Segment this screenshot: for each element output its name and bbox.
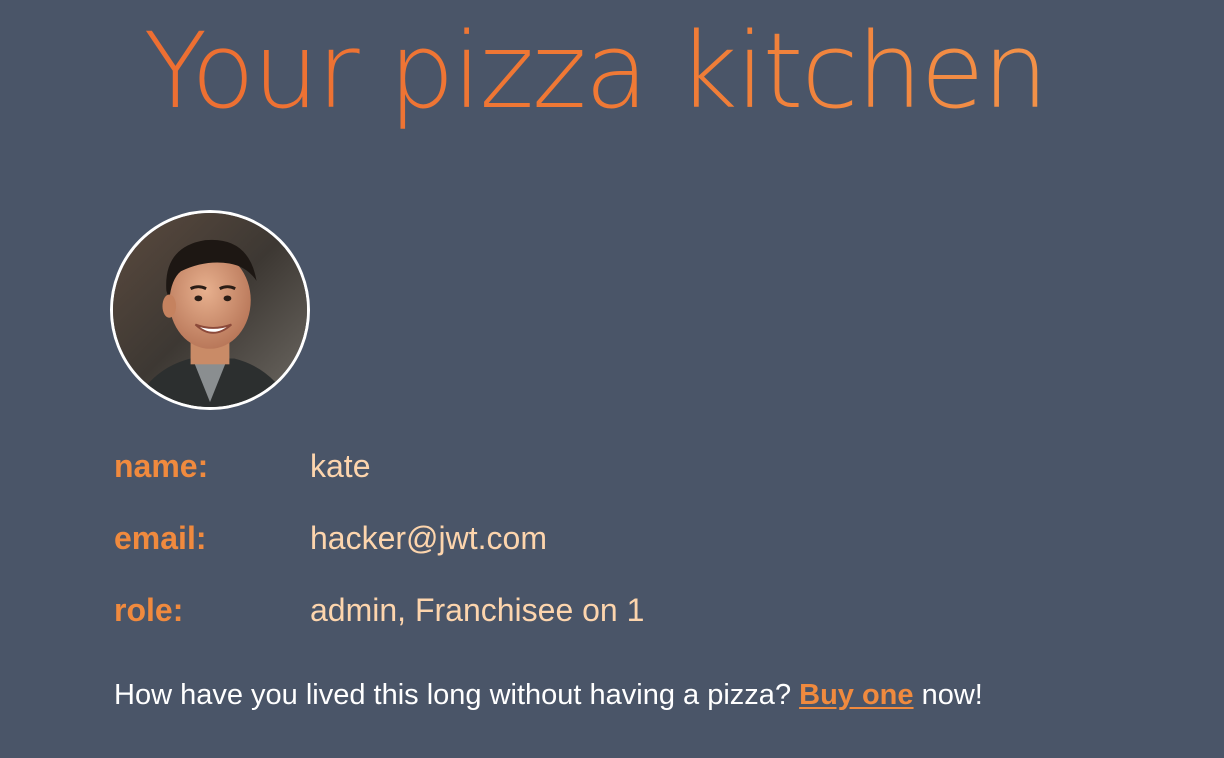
promo-text-after: now! (913, 679, 983, 711)
role-label: role: (114, 592, 184, 628)
email-label: email: (114, 520, 207, 556)
promo-text-before: How have you lived this long without hav… (114, 679, 800, 711)
profile-row-email: email: hacker@jwt.com (114, 518, 914, 558)
email-value: hacker@jwt.com (310, 520, 547, 556)
profile-row-name: name: kate (114, 446, 914, 486)
avatar-photo-icon (113, 213, 307, 407)
buy-one-link[interactable]: Buy one (799, 679, 913, 711)
role-value: admin, Franchisee on 1 (310, 592, 645, 628)
avatar (110, 210, 310, 410)
name-label: name: (114, 448, 209, 484)
profile-row-role: role: admin, Franchisee on 1 (114, 590, 914, 630)
name-value: kate (310, 448, 371, 484)
page-title: Your pizza kitchen (0, 6, 1190, 136)
promo-message: How have you lived this long without hav… (114, 676, 983, 714)
